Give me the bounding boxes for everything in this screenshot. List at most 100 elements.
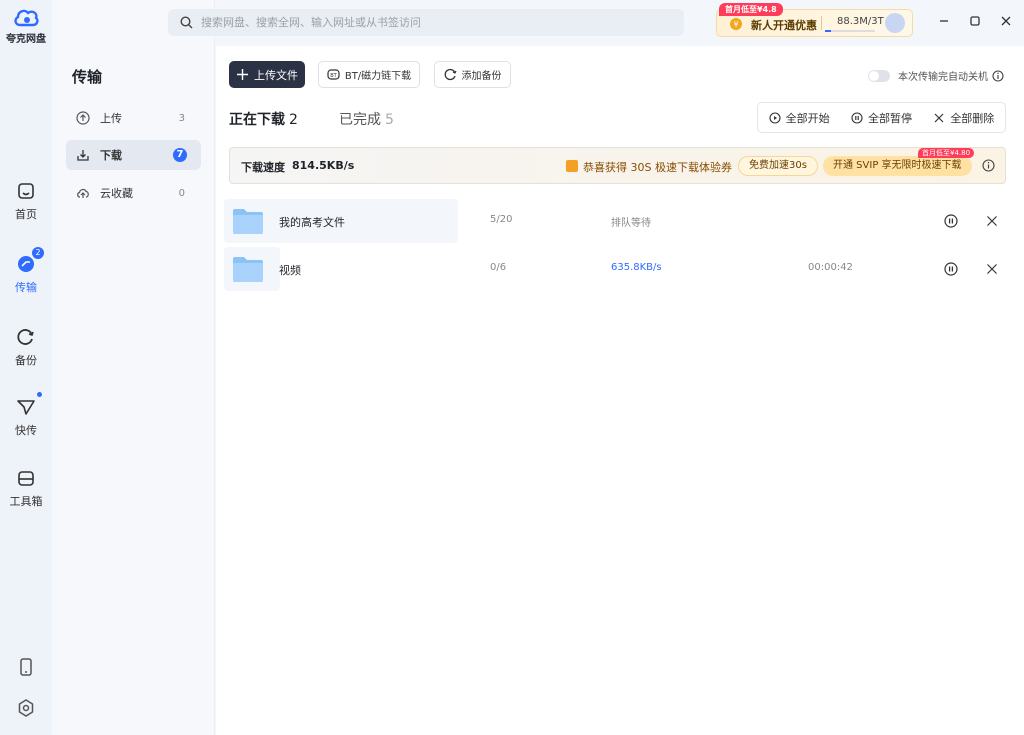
- promo-text: 新人开通优惠: [751, 19, 817, 32]
- delete-all-button[interactable]: 全部删除: [933, 110, 994, 126]
- auto-shutdown-option: 本次传输完自动关机: [868, 68, 1004, 83]
- rail-item-toolbox[interactable]: 工具箱: [0, 467, 52, 509]
- file-remaining-time: 00:00:42: [808, 262, 853, 273]
- close-icon: [934, 113, 944, 122]
- settings-button[interactable]: [0, 699, 52, 720]
- download-count: 7: [173, 148, 187, 162]
- file-name: 视频: [279, 264, 301, 277]
- sidebar-label-download: 下载: [100, 149, 122, 162]
- tab-completed-label: 已完成: [339, 112, 381, 128]
- promo-tag: 首月低至¥4.8: [719, 3, 783, 16]
- rail-label-quick-send: 快传: [15, 424, 37, 437]
- upload-file-button[interactable]: 上传文件: [229, 61, 305, 88]
- transfer-sidebar: 传输 上传 3 下载 7 云收藏 0: [52, 0, 215, 735]
- download-icon: [77, 150, 89, 161]
- svip-button[interactable]: 开通 SVIP 享无限时极速下载: [823, 156, 972, 176]
- sidebar-title: 传输: [72, 68, 103, 86]
- rail-label-transfer: 传输: [15, 281, 37, 294]
- plus-icon: [237, 69, 248, 80]
- info-icon[interactable]: [992, 69, 1004, 82]
- main-panel: 首月低至¥4.8 ¥ 新人开通优惠 88.3M/3T 上传文件 BT BT/磁力…: [168, 0, 1024, 735]
- tab-downloading[interactable]: 正在下载 2: [229, 109, 298, 129]
- remove-icon[interactable]: [986, 263, 998, 275]
- search-input[interactable]: [201, 16, 661, 29]
- download-row[interactable]: 视频 0/6 635.8KB/s 00:00:42: [224, 247, 1014, 291]
- add-backup-button[interactable]: 添加备份: [434, 61, 511, 88]
- sidebar-item-cloud-collect[interactable]: 云收藏 0: [66, 178, 201, 208]
- svip-tag: 首月低至¥4.80: [918, 148, 975, 158]
- speed-label: 下载速度: [241, 161, 285, 174]
- auto-shutdown-toggle[interactable]: [868, 69, 890, 82]
- search-box[interactable]: [168, 9, 684, 36]
- phone-button[interactable]: [0, 658, 52, 679]
- app-name: 夸克网盘: [6, 34, 46, 45]
- sidebar-item-upload[interactable]: 上传 3: [66, 103, 201, 133]
- delete-all-label: 全部删除: [950, 111, 995, 125]
- app-logo[interactable]: 夸克网盘: [0, 6, 52, 45]
- tab-completed-count: 5: [385, 112, 394, 128]
- rail-item-backup[interactable]: 备份: [0, 326, 52, 368]
- backup-icon: [17, 329, 34, 345]
- batch-actions: 全部开始 全部暂停 全部删除: [757, 102, 1006, 133]
- toolbox-icon: [18, 471, 34, 486]
- file-progress-count: 0/6: [490, 262, 507, 273]
- left-rail: 夸克网盘 首页 2 传输 备份 快传 工具箱: [0, 0, 52, 735]
- search-icon: [180, 16, 193, 29]
- speed-bar: 下载速度 814.5KB/s 恭喜获得 30S 极速下载体验券 免费加速30s …: [229, 147, 1006, 184]
- tab-completed[interactable]: 已完成 5: [339, 109, 394, 129]
- svg-text:¥: ¥: [733, 20, 738, 29]
- add-backup-label: 添加备份: [461, 71, 502, 82]
- bt-magnet-label: BT/磁力链下载: [344, 71, 412, 82]
- storage-usage: 88.3M/3T: [837, 16, 884, 27]
- close-window-icon[interactable]: [999, 14, 1013, 28]
- file-status: 635.8KB/s: [611, 262, 662, 273]
- sidebar-label-cloud-collect: 云收藏: [100, 187, 133, 200]
- maximize-icon[interactable]: [968, 14, 982, 28]
- avatar[interactable]: [885, 13, 905, 33]
- tab-downloading-count: 2: [289, 112, 298, 128]
- pause-all-label: 全部暂停: [867, 111, 912, 125]
- storage-bar: [825, 30, 875, 32]
- pause-icon[interactable]: [944, 262, 958, 276]
- bt-magnet-download-button[interactable]: BT BT/磁力链下载: [318, 61, 420, 88]
- vip-promo[interactable]: 首月低至¥4.8 ¥ 新人开通优惠 88.3M/3T: [716, 3, 913, 37]
- rail-label-home: 首页: [15, 208, 37, 221]
- sidebar-label-upload: 上传: [100, 112, 122, 125]
- coin-icon: ¥: [730, 18, 742, 30]
- cloud-upload-icon: [77, 188, 89, 198]
- quick-send-icon: [17, 400, 35, 415]
- bt-icon: BT: [327, 69, 340, 80]
- pause-all-button[interactable]: 全部暂停: [851, 110, 912, 126]
- settings-icon: [18, 699, 34, 717]
- folder-icon: [233, 209, 263, 234]
- transfer-badge: 2: [32, 247, 44, 259]
- rail-label-backup: 备份: [15, 354, 37, 367]
- rail-label-toolbox: 工具箱: [9, 495, 43, 508]
- free-boost-button[interactable]: 免费加速30s: [738, 156, 818, 176]
- download-row[interactable]: 我的高考文件 5/20 排队等待: [224, 199, 1014, 243]
- top-bar: 首月低至¥4.8 ¥ 新人开通优惠 88.3M/3T: [168, 0, 1024, 46]
- auto-shutdown-label: 本次传输完自动关机: [898, 72, 988, 83]
- cloud-logo-icon: [14, 9, 39, 27]
- speed-coupon-message: 恭喜获得 30S 极速下载体验券: [583, 161, 732, 174]
- sync-icon: [444, 68, 457, 81]
- start-all-button[interactable]: 全部开始: [769, 110, 830, 126]
- gift-icon: [566, 160, 578, 172]
- quick-send-dot: [37, 392, 42, 397]
- minimize-icon[interactable]: [937, 14, 951, 28]
- upload-count: 3: [178, 112, 185, 124]
- file-progress-count: 5/20: [490, 214, 513, 225]
- rail-item-transfer[interactable]: 2 传输: [0, 247, 52, 295]
- rail-item-home[interactable]: 首页: [0, 180, 52, 222]
- pause-icon[interactable]: [944, 214, 958, 228]
- pause-icon: [851, 111, 863, 124]
- rail-item-quick-send[interactable]: 快传: [0, 392, 52, 438]
- remove-icon[interactable]: [986, 215, 998, 227]
- folder-icon: [233, 257, 263, 282]
- tab-downloading-label: 正在下载: [229, 112, 285, 128]
- file-status: 排队等待: [611, 218, 651, 229]
- speed-info-icon[interactable]: [982, 159, 995, 172]
- home-icon: [18, 183, 34, 199]
- upload-icon: [76, 111, 90, 125]
- sidebar-item-download[interactable]: 下载 7: [66, 140, 201, 170]
